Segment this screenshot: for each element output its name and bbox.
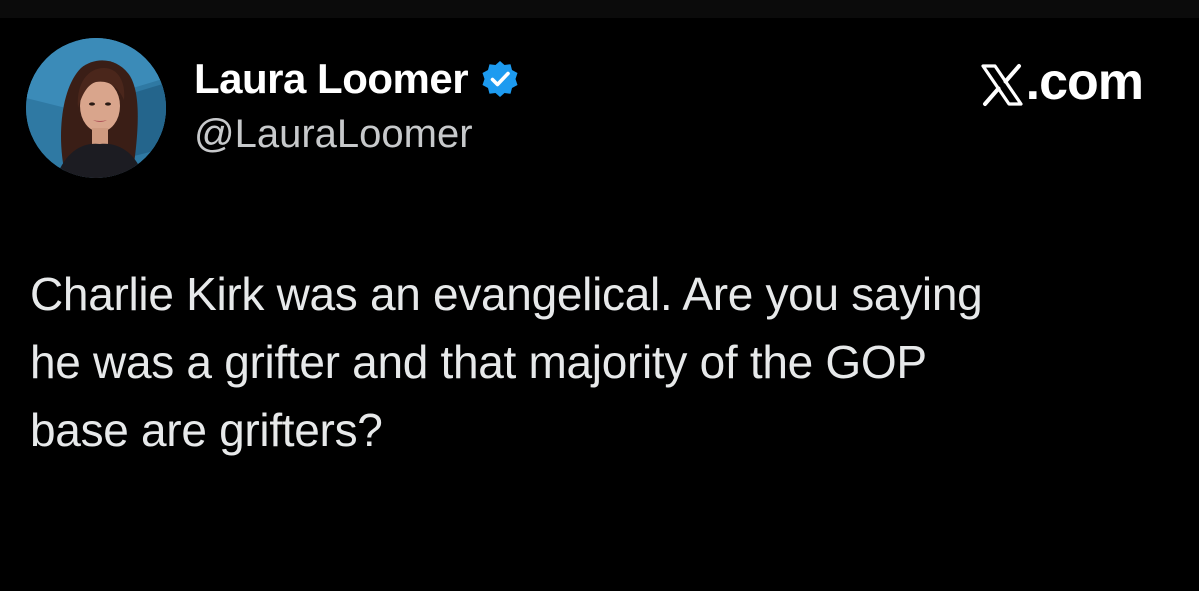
tweet-card: Laura Loomer @LauraLoomer .com Charlie K…	[0, 0, 1199, 591]
tweet-line: base are grifters?	[30, 404, 383, 456]
author-avatar[interactable]	[26, 38, 166, 178]
tweet-line: he was a grifter and that majority of th…	[30, 336, 927, 388]
tweet-body: Charlie Kirk was an evangelical. Are you…	[30, 260, 1160, 464]
tweet-line: Charlie Kirk was an evangelical. Are you…	[30, 268, 983, 320]
brand-domain-text: .com	[1025, 53, 1144, 111]
author-handle[interactable]: @LauraLoomer	[194, 108, 520, 160]
x-com-brand: .com	[980, 52, 1144, 112]
verified-badge-icon	[480, 59, 520, 99]
author-display-name[interactable]: Laura Loomer	[194, 54, 469, 104]
x-logo-icon	[980, 60, 1024, 106]
avatar-photo	[26, 38, 166, 178]
author-name-row: Laura Loomer	[194, 54, 520, 104]
author-info[interactable]: Laura Loomer @LauraLoomer	[194, 54, 520, 160]
